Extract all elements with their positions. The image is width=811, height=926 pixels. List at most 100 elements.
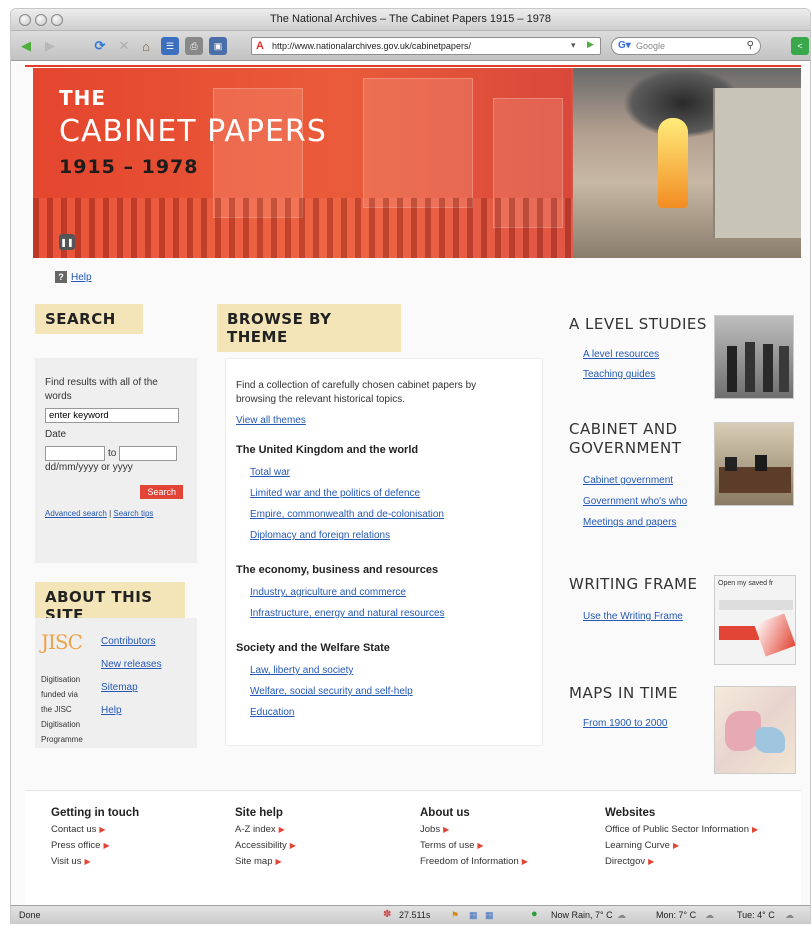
- footer-link[interactable]: Accessibility: [235, 840, 287, 851]
- figure-shape: [755, 455, 767, 471]
- browser-window: The National Archives – The Cabinet Pape…: [10, 8, 811, 924]
- history-dropdown-icon[interactable]: ▾: [571, 40, 576, 51]
- hero-banner: THE CABINET PAPERS 1915 – 1978 ❚❚: [33, 68, 801, 258]
- footer-link[interactable]: Office of Public Sector Information: [605, 824, 749, 835]
- reload-icon[interactable]: ⟳: [91, 37, 109, 55]
- magnifier-icon[interactable]: ⚲: [747, 40, 754, 51]
- status-bar: Done ✽ 27.511s ⚑ ▦ ▦ ● Now Rain, 7° C ☁ …: [11, 905, 810, 923]
- cloud-icon: ☁: [705, 910, 714, 920]
- cabinet-thumbnail[interactable]: [714, 422, 794, 506]
- theme-link[interactable]: Education: [250, 707, 294, 718]
- search-tips-link[interactable]: Search tips: [113, 509, 153, 518]
- bookmarks-icon[interactable]: ☰: [161, 37, 179, 55]
- help-link-row[interactable]: ? Help: [55, 271, 92, 283]
- footer-col-websites: Websites Office of Public Sector Informa…: [605, 805, 785, 870]
- search-button[interactable]: Search: [140, 485, 183, 499]
- button-shape: [719, 626, 759, 640]
- accent-rule: [25, 65, 801, 67]
- window-icon[interactable]: ▣: [209, 37, 227, 55]
- theme-link[interactable]: Welfare, social security and self-help: [250, 686, 413, 697]
- footer-link[interactable]: Visit us: [51, 856, 81, 867]
- theme-section-title: Society and the Welfare State: [236, 642, 390, 654]
- footer-link[interactable]: A-Z index: [235, 824, 276, 835]
- help-link[interactable]: Help: [71, 272, 92, 283]
- share-icon[interactable]: <: [791, 37, 809, 55]
- footer-link[interactable]: Press office: [51, 840, 100, 851]
- theme-link[interactable]: Diplomacy and foreign relations: [250, 530, 390, 541]
- meetings-papers-link[interactable]: Meetings and papers: [583, 517, 676, 528]
- footer-link[interactable]: Contact us: [51, 824, 96, 835]
- date-from-input[interactable]: [45, 446, 105, 461]
- arrow-icon: ▶: [477, 841, 484, 850]
- about-link-help[interactable]: Help: [101, 705, 122, 716]
- search-panel: Find results with all of the words Date …: [35, 358, 197, 563]
- about-link-new-releases[interactable]: New releases: [101, 659, 162, 670]
- map-region-shape: [755, 727, 785, 753]
- stop-icon[interactable]: ✕: [115, 37, 133, 55]
- date-to-label: to: [108, 448, 117, 459]
- load-time: 27.511s: [399, 910, 431, 920]
- browser-toolbar: ◀ ▶ ⟳ ✕ ⌂ ☰ ⎙ ▣ A http://www.nationalarc…: [11, 31, 810, 61]
- footer-link[interactable]: Directgov: [605, 856, 645, 867]
- footer-col-contact: Getting in touch Contact us ▶ Press offic…: [51, 805, 139, 870]
- site-favicon-icon: A: [256, 40, 264, 52]
- cabinet-government-link[interactable]: Cabinet government: [583, 475, 673, 486]
- browse-heading: BROWSE BY THEME: [217, 304, 401, 352]
- theme-link[interactable]: Industry, agriculture and commerce: [250, 587, 406, 598]
- extension-icon[interactable]: ▦: [469, 910, 478, 921]
- arrow-icon: ▶: [672, 841, 680, 850]
- banner-title: CABINET PAPERS: [59, 114, 327, 149]
- arrow-icon: ▶: [99, 825, 106, 834]
- date-label: Date: [45, 429, 67, 440]
- home-icon[interactable]: ⌂: [137, 37, 155, 55]
- a-level-resources-link[interactable]: A level resources: [583, 349, 659, 360]
- arrow-icon: ▶: [278, 825, 285, 834]
- map-thumbnail[interactable]: [714, 686, 796, 774]
- footer-link[interactable]: Freedom of Information: [420, 856, 519, 867]
- extension-icon[interactable]: ▦: [485, 910, 494, 921]
- figure-shape: [727, 346, 737, 392]
- theme-link[interactable]: Total war: [250, 467, 290, 478]
- banner-crowd: [33, 198, 573, 258]
- footer-heading: Getting in touch: [51, 807, 140, 819]
- footer-link[interactable]: Learning Curve: [605, 840, 670, 851]
- theme-link[interactable]: Infrastructure, energy and natural resou…: [250, 608, 445, 619]
- pause-icon[interactable]: ❚❚: [59, 234, 75, 250]
- search-engine-box[interactable]: G▾ Google ⚲: [611, 37, 761, 55]
- view-all-themes-link[interactable]: View all themes: [236, 415, 306, 426]
- cloud-icon: ☁: [785, 910, 794, 920]
- figure-shape: [779, 346, 789, 392]
- writing-frame-heading: WRITING FRAME: [569, 575, 698, 593]
- footer-link[interactable]: Jobs: [420, 824, 440, 835]
- advanced-search-link[interactable]: Advanced search: [45, 509, 107, 518]
- teaching-guides-link[interactable]: Teaching guides: [583, 369, 655, 380]
- government-whos-who-link[interactable]: Government who's who: [583, 496, 687, 507]
- google-icon[interactable]: G▾: [618, 40, 631, 51]
- banner-photo: [573, 68, 801, 258]
- maps-1900-2000-link[interactable]: From 1900 to 2000: [583, 718, 668, 729]
- theme-link[interactable]: Limited war and the politics of defence: [250, 488, 420, 499]
- theme-link[interactable]: Law, liberty and society: [250, 665, 353, 676]
- back-icon[interactable]: ◀: [17, 37, 35, 55]
- firebug-icon[interactable]: ✽: [383, 909, 391, 920]
- a-level-thumbnail[interactable]: [714, 315, 794, 399]
- forward-icon[interactable]: ▶: [41, 37, 59, 55]
- arrow-icon: ▶: [289, 841, 296, 850]
- arrow-icon: ▶: [751, 825, 759, 834]
- keyword-input[interactable]: [45, 408, 179, 423]
- writing-frame-link[interactable]: Use the Writing Frame: [583, 611, 683, 622]
- theme-link[interactable]: Empire, commonwealth and de-colonisation: [250, 509, 444, 520]
- theme-section-title: The United Kingdom and the world: [236, 444, 419, 456]
- about-link-contributors[interactable]: Contributors: [101, 636, 155, 647]
- about-link-sitemap[interactable]: Sitemap: [101, 682, 138, 693]
- date-to-input[interactable]: [119, 446, 178, 461]
- writing-frame-thumbnail[interactable]: Open my saved fr: [714, 575, 796, 665]
- usb-icon: [754, 613, 795, 657]
- extension-icon[interactable]: ⚑: [451, 910, 459, 921]
- go-icon[interactable]: ▶: [587, 39, 594, 50]
- footer-link[interactable]: Terms of use: [420, 840, 474, 851]
- arrow-icon: ▶: [103, 841, 110, 850]
- footer-link[interactable]: Site map: [235, 856, 273, 867]
- print-icon[interactable]: ⎙: [185, 37, 203, 55]
- address-bar[interactable]: A http://www.nationalarchives.gov.uk/cab…: [251, 37, 601, 55]
